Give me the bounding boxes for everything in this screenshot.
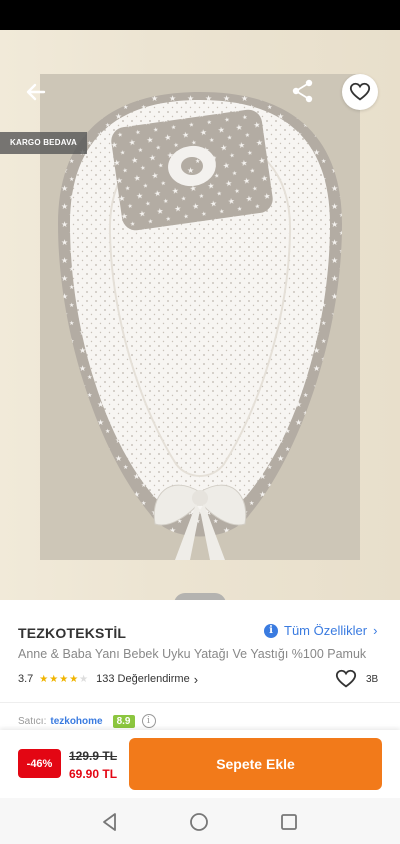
seller-row: Satıcı: tezkohome 8.9 i xyxy=(18,712,156,730)
discount-badge: -46% xyxy=(18,749,61,778)
star-half-icon: ★ xyxy=(69,673,79,685)
new-price: 69.90 TL xyxy=(69,767,118,781)
rating-stars: ★ ★ ★ ★ ★ xyxy=(39,674,88,685)
info-icon: i xyxy=(264,623,278,638)
system-nav-bar xyxy=(0,798,400,844)
divider xyxy=(0,702,400,703)
nav-back-icon[interactable] xyxy=(99,811,121,833)
star-icon: ★ xyxy=(49,673,59,685)
purchase-bar: -46% 129.9 TL 69.90 TL Sepete Ekle xyxy=(0,730,400,798)
chevron-right-icon: › xyxy=(373,623,378,638)
like-area[interactable]: 3B xyxy=(334,668,378,690)
add-to-cart-button[interactable]: Sepete Ekle xyxy=(129,738,382,790)
product-image-gallery[interactable]: ★ ★ xyxy=(0,30,400,600)
product-info: TEZKOTEKSTİL i Tüm Özellikler › Anne & B… xyxy=(0,600,400,730)
seller-link[interactable]: tezkohome xyxy=(50,716,102,727)
product-title: Anne & Baba Yanı Bebek Uyku Yatağı Ve Ya… xyxy=(18,647,367,661)
seller-label: Satıcı: xyxy=(18,715,47,727)
image-pager[interactable] xyxy=(174,593,226,600)
share-icon xyxy=(292,79,313,103)
rating-row[interactable]: 3.7 ★ ★ ★ ★ ★ 133 Değerlendirme › xyxy=(18,671,198,687)
all-features-link[interactable]: i Tüm Özellikler › xyxy=(264,623,377,638)
heart-outline-icon xyxy=(335,669,357,688)
star-empty-icon: ★ xyxy=(79,673,89,685)
product-photo[interactable]: ★ ★ xyxy=(40,74,360,560)
star-icon: ★ xyxy=(39,673,49,685)
seller-score-badge: 8.9 xyxy=(112,714,135,728)
rating-value: 3.7 xyxy=(18,673,34,685)
all-features-label: Tüm Özellikler xyxy=(284,623,368,638)
status-bar xyxy=(0,0,400,30)
back-button[interactable] xyxy=(20,76,52,108)
seller-name[interactable]: TEZKOTEKSTİL xyxy=(18,625,126,641)
favorite-button[interactable] xyxy=(342,74,378,110)
nav-home-icon[interactable] xyxy=(188,811,210,833)
like-count: 3B xyxy=(366,673,379,685)
old-price: 129.9 TL xyxy=(69,749,118,763)
nav-recents-icon[interactable] xyxy=(278,811,300,833)
chevron-right-icon: › xyxy=(193,671,199,687)
review-count: 133 Değerlendirme xyxy=(96,673,190,685)
free-shipping-badge: KARGO BEDAVA xyxy=(0,132,87,154)
info-circle-icon[interactable]: i xyxy=(141,714,156,728)
arrow-left-icon xyxy=(26,83,46,101)
heart-outline-icon xyxy=(349,82,371,101)
star-icon: ★ xyxy=(59,673,69,685)
share-button[interactable] xyxy=(288,76,318,106)
